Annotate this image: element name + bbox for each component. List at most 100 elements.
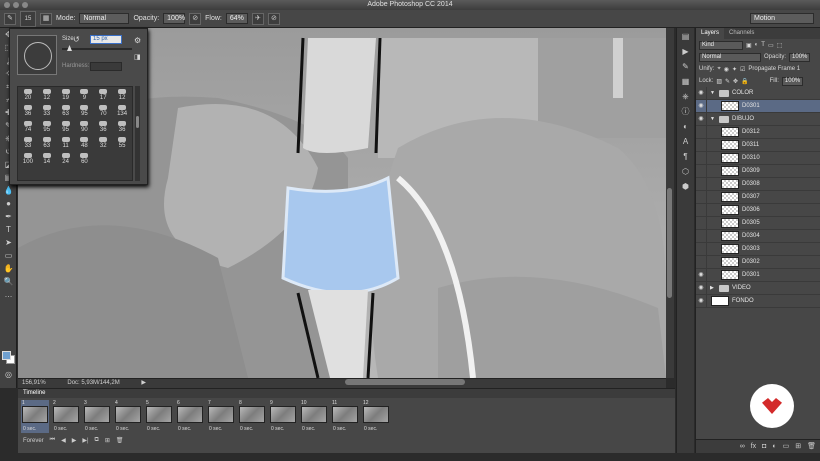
layer-row[interactable]: D0305 (696, 216, 820, 230)
layer-name[interactable]: D0311 (742, 142, 759, 148)
timeline-frame[interactable]: 40 sec. (114, 400, 142, 433)
visibility-eye-icon[interactable]: ◉ (696, 268, 707, 282)
brush-preset[interactable]: 95 (76, 104, 94, 119)
new-layer-icon[interactable]: ⊞ (795, 440, 801, 453)
brush-preset[interactable]: 9 (76, 88, 94, 103)
filter-shape-icon[interactable]: ▭ (768, 42, 774, 49)
shape-tool-icon[interactable]: ▭ (2, 250, 15, 262)
adjustment-layer-icon[interactable]: ◐ (772, 440, 776, 453)
visibility-eye-icon[interactable] (696, 164, 707, 178)
brush-preset[interactable]: 95 (57, 120, 75, 135)
brush-grid-scrollbar[interactable] (135, 86, 140, 181)
brush-panel-toggle-icon[interactable]: ▦ (40, 12, 52, 25)
brush-preset[interactable]: 11 (57, 136, 75, 151)
brush-preset[interactable]: 100 (19, 152, 37, 167)
play-icon[interactable]: ▶ (72, 437, 77, 444)
first-frame-icon[interactable]: ⏮ (50, 437, 55, 444)
layer-name[interactable]: D0309 (742, 168, 760, 174)
layer-row[interactable]: D0311 (696, 138, 820, 152)
frame-delay[interactable]: 0 sec. (116, 426, 129, 432)
character-icon[interactable]: A (680, 136, 692, 148)
blend-mode-select[interactable]: Normal (699, 52, 761, 62)
frame-delay[interactable]: 0 sec. (364, 426, 377, 432)
timeline-frame[interactable]: 80 sec. (238, 400, 266, 433)
more-tools-icon[interactable]: … (2, 289, 15, 301)
delete-frame-icon[interactable]: 🗑 (116, 437, 124, 444)
brush-preset[interactable]: 36 (113, 120, 131, 135)
status-menu-arrow-icon[interactable]: ▶ (141, 380, 146, 386)
prev-frame-icon[interactable]: ◀ (61, 437, 66, 444)
layer-name[interactable]: D0303 (742, 246, 760, 252)
layer-row[interactable]: D0310 (696, 151, 820, 165)
timeline-frame[interactable]: 70 sec. (207, 400, 235, 433)
timeline-frame[interactable]: 60 sec. (176, 400, 204, 433)
canvas-horizontal-scroll-thumb[interactable] (345, 379, 465, 385)
paragraph-icon[interactable]: ¶ (680, 151, 692, 163)
visibility-eye-icon[interactable]: ◉ (696, 86, 707, 100)
unify-style-icon[interactable]: ✦ (732, 66, 737, 73)
filter-type-icon[interactable]: T (761, 42, 765, 48)
visibility-eye-icon[interactable] (696, 138, 707, 152)
blur-tool-icon[interactable]: 💧 (2, 185, 15, 197)
styles-icon[interactable]: ⬡ (680, 166, 692, 178)
flow-field[interactable]: 64% (225, 13, 248, 24)
timeline-frame[interactable]: 10 0 sec. (300, 400, 328, 433)
brush-preset[interactable]: 48 (76, 136, 94, 151)
close-dot[interactable] (4, 2, 10, 8)
filter-smart-icon[interactable]: ⬚ (777, 42, 783, 49)
brush-preset[interactable]: 12 (113, 88, 131, 103)
frame-delay[interactable]: 0 sec. (54, 426, 67, 432)
layer-name[interactable]: D0307 (742, 194, 760, 200)
next-frame-icon[interactable]: ▶| (82, 437, 88, 444)
layer-name[interactable]: DIBUJO (732, 116, 754, 122)
zoom-level[interactable]: 156,91% (22, 380, 46, 386)
layer-name[interactable]: D0310 (742, 155, 760, 161)
propagate-checkbox[interactable]: ☑ (740, 66, 745, 73)
3d-icon[interactable]: ⬢ (680, 181, 692, 193)
filter-adjust-icon[interactable]: ◐ (755, 42, 759, 48)
type-tool-icon[interactable]: T (2, 224, 15, 236)
timeline-frame[interactable]: 30 sec. (83, 400, 111, 433)
vertical-scroll-thumb[interactable] (667, 188, 672, 298)
brush-panel-icon[interactable]: ✎ (680, 61, 692, 73)
delete-layer-icon[interactable]: 🗑 (807, 440, 816, 453)
layer-row[interactable]: ◉ ▶ VIDEO (696, 281, 820, 295)
visibility-eye-icon[interactable] (696, 242, 707, 256)
quick-mask-icon[interactable]: ◎ (2, 369, 15, 381)
unify-position-icon[interactable]: ⌖ (717, 66, 720, 73)
timeline-frame[interactable]: 20 sec. (52, 400, 80, 433)
layer-name[interactable]: VIDEO (732, 285, 751, 291)
brush-preset[interactable]: 60 (76, 152, 94, 167)
size-input[interactable]: 15 px (90, 35, 122, 44)
path-select-tool-icon[interactable]: ➤ (2, 237, 15, 249)
visibility-eye-icon[interactable] (696, 216, 707, 230)
timeline-frame[interactable]: 10 sec. (21, 400, 49, 433)
timeline-frame[interactable]: 12 0 sec. (362, 400, 390, 433)
visibility-eye-icon[interactable] (696, 229, 707, 243)
zoom-dot[interactable] (22, 2, 28, 8)
reset-size-icon[interactable]: ↺ (73, 35, 80, 44)
visibility-eye-icon[interactable] (696, 203, 707, 217)
visibility-eye-icon[interactable] (696, 125, 707, 139)
layer-row[interactable]: D0309 (696, 164, 820, 178)
timeline-frame[interactable]: 50 sec. (145, 400, 173, 433)
brush-preset[interactable]: 134 (113, 104, 131, 119)
lock-all-icon[interactable]: 🔒 (741, 78, 748, 85)
new-group-icon[interactable]: ▭ (783, 440, 790, 453)
brush-preset[interactable]: 12 (38, 88, 56, 103)
frame-delay[interactable]: 0 sec. (333, 426, 346, 432)
layer-opacity-field[interactable]: 100% (789, 52, 811, 62)
brush-preset[interactable]: 20 (19, 88, 37, 103)
layer-row[interactable]: D0303 (696, 242, 820, 256)
pressure-opacity-icon[interactable]: ⊘ (189, 12, 202, 25)
pen-tool-icon[interactable]: ✒ (2, 211, 15, 223)
canvas-vertical-scrollbar[interactable] (666, 28, 674, 378)
hand-tool-icon[interactable]: ✋ (2, 263, 15, 275)
layer-name[interactable]: D0312 (742, 129, 760, 135)
pressure-size-icon[interactable]: ⊘ (267, 12, 280, 25)
lock-paint-icon[interactable]: ✎ (725, 78, 730, 85)
filter-pixel-icon[interactable]: ▣ (746, 42, 752, 49)
frame-delay[interactable]: 0 sec. (271, 426, 284, 432)
mode-select[interactable]: Normal (79, 13, 130, 24)
timeline-frame[interactable]: 90 sec. (269, 400, 297, 433)
